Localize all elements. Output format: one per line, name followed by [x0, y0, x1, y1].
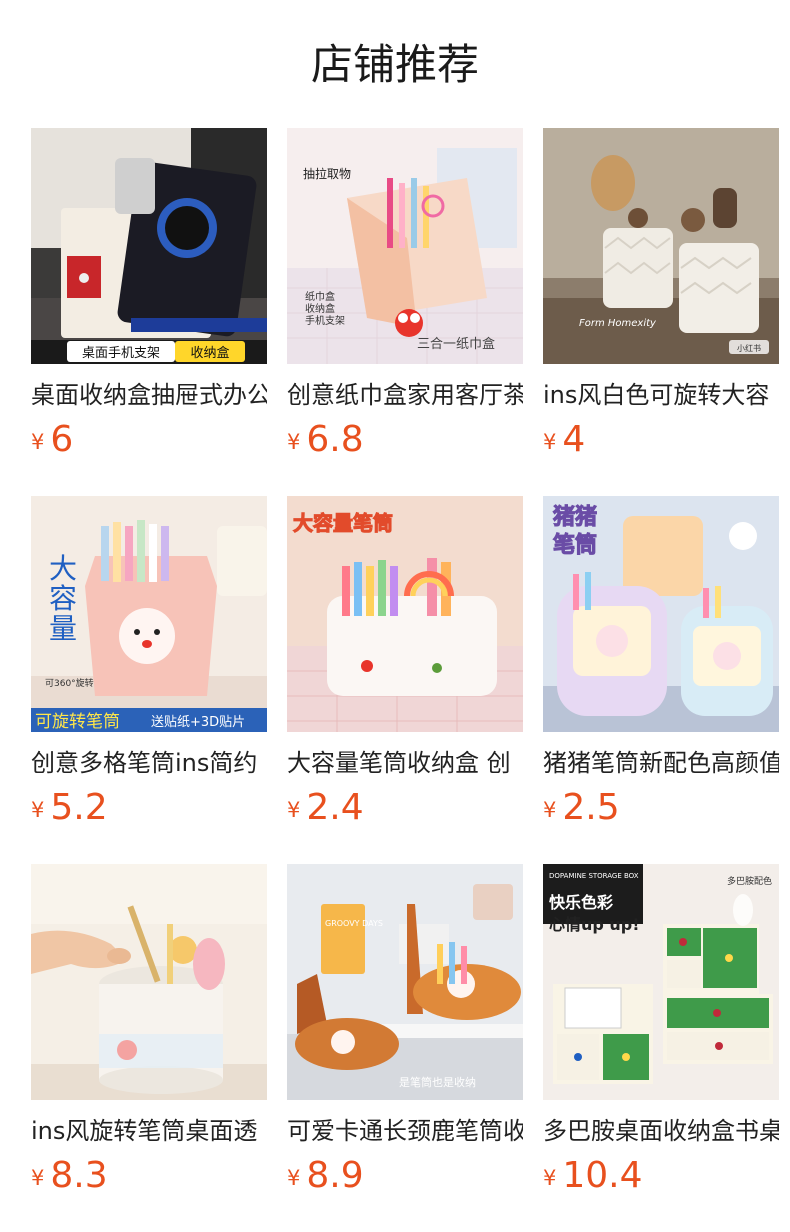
product-card[interactable]: 桌面手机支架 收纳盒 桌面收纳盒抽屉式办公 ¥6	[31, 128, 267, 458]
product-price: ¥2.5	[543, 790, 779, 826]
price-value: 6.8	[306, 419, 364, 460]
product-card[interactable]: 大 容 量 可360°旋转 可旋转笔筒 送贴纸+3D贴片 创意多格笔筒ins简约…	[31, 496, 267, 826]
product-name[interactable]: 可爱卡通长颈鹿笔筒收	[287, 1114, 523, 1148]
product-photo: 桌面手机支架 收纳盒	[31, 128, 267, 364]
product-price: ¥6	[31, 422, 267, 458]
overlay-text: 小红书	[737, 343, 761, 353]
product-price: ¥8.9	[287, 1158, 523, 1194]
overlay-text: 心情up up!	[549, 915, 640, 934]
product-image[interactable]	[31, 864, 267, 1100]
currency-symbol: ¥	[31, 1166, 45, 1190]
overlay-text: 收纳盒	[305, 302, 335, 315]
currency-symbol: ¥	[543, 1166, 557, 1190]
product-image[interactable]: 猪猪 笔筒	[543, 496, 779, 732]
product-card[interactable]: 抽拉取物 纸巾盒 收纳盒 手机支架 三合一纸巾盒 创意纸巾盒家用客厅茶 ¥6.8	[287, 128, 523, 458]
product-image[interactable]: 抽拉取物 纸巾盒 收纳盒 手机支架 三合一纸巾盒	[287, 128, 523, 364]
overlay-text: 纸巾盒	[305, 290, 335, 303]
product-card[interactable]: DOPAMINE STORAGE BOX 多巴胺配色 快乐色彩 心情up up!…	[543, 864, 779, 1194]
product-card[interactable]: 大容量笔筒 大容量笔筒收纳盒 创 ¥2.4	[287, 496, 523, 826]
currency-symbol: ¥	[543, 798, 557, 822]
product-price: ¥10.4	[543, 1158, 779, 1194]
product-card[interactable]: GROOVY DAYS 是笔筒也是收纳 可爱卡通长颈鹿笔筒收 ¥8.9	[287, 864, 523, 1194]
overlay-text: GROOVY DAYS	[325, 919, 383, 928]
overlay-text: 手机支架	[305, 314, 345, 327]
overlay-text: 多巴胺配色	[727, 875, 772, 887]
product-name[interactable]: 桌面收纳盒抽屉式办公	[31, 378, 267, 412]
product-photo: 大 容 量 可360°旋转 可旋转笔筒 送贴纸+3D贴片	[31, 496, 267, 732]
overlay-text: 大容量笔筒	[293, 511, 393, 535]
product-photo: 大容量笔筒	[287, 496, 523, 732]
overlay-text: 大	[49, 552, 77, 585]
product-image[interactable]: 大 容 量 可360°旋转 可旋转笔筒 送贴纸+3D贴片	[31, 496, 267, 732]
overlay-text: 可旋转笔筒	[35, 712, 120, 732]
product-name[interactable]: ins风旋转笔筒桌面透	[31, 1114, 267, 1148]
currency-symbol: ¥	[31, 430, 45, 454]
overlay-text: 笔筒	[553, 532, 597, 558]
currency-symbol: ¥	[287, 1166, 301, 1190]
product-photo: 抽拉取物 纸巾盒 收纳盒 手机支架 三合一纸巾盒	[287, 128, 523, 364]
product-name[interactable]: 猪猪笔筒新配色高颜值	[543, 746, 779, 780]
overlay-text: 猪猪	[553, 504, 597, 530]
product-image[interactable]: GROOVY DAYS 是笔筒也是收纳	[287, 864, 523, 1100]
product-image[interactable]: DOPAMINE STORAGE BOX 多巴胺配色 快乐色彩 心情up up!	[543, 864, 779, 1100]
product-photo: Form Homexity 小红书	[543, 128, 779, 364]
product-price: ¥2.4	[287, 790, 523, 826]
price-value: 5.2	[50, 787, 108, 828]
overlay-text: 送贴纸+3D贴片	[151, 715, 245, 730]
product-name[interactable]: ins风白色可旋转大容	[543, 378, 779, 412]
product-name[interactable]: 创意纸巾盒家用客厅茶	[287, 378, 523, 412]
price-value: 2.4	[306, 787, 364, 828]
price-value: 2.5	[562, 787, 620, 828]
overlay-text: 收纳盒	[190, 345, 229, 361]
overlay-text: 量	[49, 612, 77, 645]
product-name[interactable]: 大容量笔筒收纳盒 创	[287, 746, 523, 780]
currency-symbol: ¥	[31, 798, 45, 822]
overlay-text: 抽拉取物	[303, 166, 351, 181]
price-value: 8.3	[50, 1155, 108, 1196]
product-price: ¥5.2	[31, 790, 267, 826]
product-photo: GROOVY DAYS 是笔筒也是收纳	[287, 864, 523, 1100]
overlay-text: 快乐色彩	[549, 893, 613, 912]
price-value: 10.4	[562, 1155, 643, 1196]
overlay-text: DOPAMINE STORAGE BOX	[549, 872, 639, 880]
product-card[interactable]: 猪猪 笔筒 猪猪笔筒新配色高颜值 ¥2.5	[543, 496, 779, 826]
price-value: 4	[562, 419, 586, 460]
product-photo: 猪猪 笔筒	[543, 496, 779, 732]
overlay-text: 可360°旋转	[45, 677, 94, 689]
currency-symbol: ¥	[287, 798, 301, 822]
product-photo	[31, 864, 267, 1100]
product-name[interactable]: 创意多格笔筒ins简约	[31, 746, 267, 780]
product-image[interactable]: 桌面手机支架 收纳盒	[31, 128, 267, 364]
product-price: ¥8.3	[31, 1158, 267, 1194]
product-image[interactable]: 大容量笔筒	[287, 496, 523, 732]
currency-symbol: ¥	[287, 430, 301, 454]
price-value: 8.9	[306, 1155, 364, 1196]
price-value: 6	[50, 419, 74, 460]
product-card[interactable]: Form Homexity 小红书 ins风白色可旋转大容 ¥4	[543, 128, 779, 458]
product-name[interactable]: 多巴胺桌面收纳盒书桌	[543, 1114, 779, 1148]
product-image[interactable]: Form Homexity 小红书	[543, 128, 779, 364]
overlay-text: 桌面手机支架	[82, 346, 160, 361]
product-card[interactable]: ins风旋转笔筒桌面透 ¥8.3	[31, 864, 267, 1194]
overlay-text: 容	[49, 582, 77, 615]
product-photo: DOPAMINE STORAGE BOX 多巴胺配色 快乐色彩 心情up up!	[543, 864, 779, 1100]
overlay-text: 三合一纸巾盒	[417, 336, 495, 352]
product-price: ¥6.8	[287, 422, 523, 458]
page-title: 店铺推荐	[310, 40, 479, 89]
currency-symbol: ¥	[543, 430, 557, 454]
overlay-text: Form Homexity	[579, 318, 657, 329]
overlay-text: 是笔筒也是收纳	[399, 1075, 476, 1089]
product-price: ¥4	[543, 422, 779, 458]
